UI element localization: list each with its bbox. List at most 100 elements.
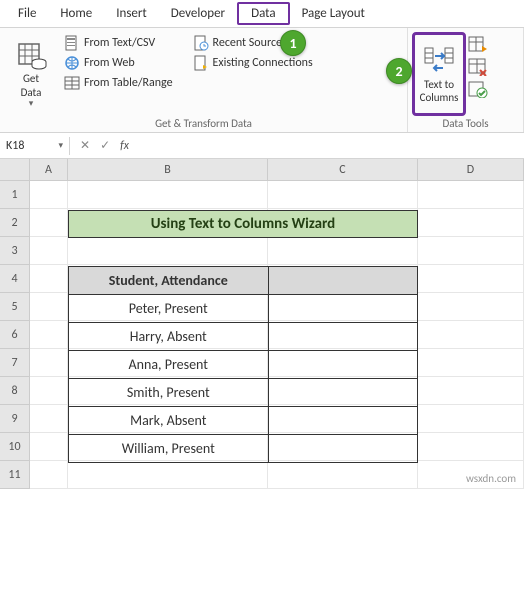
callout-1: 1: [280, 30, 306, 56]
table-cell[interactable]: Mark, Absent: [69, 407, 269, 435]
get-data-label: Get Data: [21, 72, 42, 98]
formula-bar-row: K18 ▾ ✕ ✓ fx: [0, 133, 524, 159]
cell[interactable]: [418, 237, 524, 265]
row-header[interactable]: 8: [0, 377, 30, 405]
get-data-icon: [15, 38, 47, 70]
cell[interactable]: [418, 209, 524, 237]
cell[interactable]: [30, 405, 68, 433]
data-validation-icon[interactable]: [468, 80, 488, 98]
table-cell[interactable]: Smith, Present: [69, 379, 269, 407]
table-header-cell[interactable]: Student, Attendance: [69, 267, 269, 295]
chevron-down-icon: ▾: [29, 99, 34, 110]
table-range-icon: [64, 75, 80, 91]
table-cell[interactable]: [268, 323, 417, 351]
row-header[interactable]: 6: [0, 321, 30, 349]
from-text-csv-button[interactable]: From Text/CSV: [62, 34, 175, 52]
cell[interactable]: [418, 181, 524, 209]
get-data-button[interactable]: Get Data ▾: [4, 32, 58, 116]
row-headers: 1234567891011: [0, 181, 30, 489]
from-table-range-button[interactable]: From Table/Range: [62, 74, 175, 92]
cell[interactable]: [30, 433, 68, 461]
table-cell[interactable]: [268, 407, 417, 435]
row-header[interactable]: 2: [0, 209, 30, 237]
row-header[interactable]: 1: [0, 181, 30, 209]
table-cell[interactable]: [268, 295, 417, 323]
cell[interactable]: [30, 321, 68, 349]
group-get-transform: Get Data ▾ From Text/CSV From Web From T…: [0, 28, 408, 132]
row-header[interactable]: 9: [0, 405, 30, 433]
table-cell[interactable]: Peter, Present: [69, 295, 269, 323]
column-headers: ABCD: [0, 159, 524, 181]
cell[interactable]: [418, 293, 524, 321]
cell[interactable]: [30, 293, 68, 321]
existing-connections-button[interactable]: Existing Connections: [191, 54, 315, 72]
select-all-corner[interactable]: [0, 159, 30, 180]
group-label-get-transform: Get & Transform Data: [4, 116, 403, 132]
column-header[interactable]: B: [68, 159, 268, 180]
connections-icon: [193, 55, 209, 71]
cell[interactable]: [68, 461, 268, 489]
tab-page-layout[interactable]: Page Layout: [290, 2, 377, 25]
cell[interactable]: [418, 321, 524, 349]
cell[interactable]: [30, 181, 68, 209]
flash-fill-icon[interactable]: [468, 36, 488, 54]
cells-area[interactable]: Using Text to Columns Wizard Student, At…: [30, 181, 524, 489]
chevron-down-icon[interactable]: ▾: [58, 140, 63, 151]
cell[interactable]: [418, 405, 524, 433]
name-box[interactable]: K18 ▾: [0, 137, 70, 155]
text-to-columns-icon: [423, 44, 455, 76]
column-header[interactable]: C: [268, 159, 418, 180]
table-cell[interactable]: William, Present: [69, 435, 269, 463]
data-table: Student, Attendance Peter, PresentHarry,…: [68, 266, 418, 463]
cell[interactable]: [418, 377, 524, 405]
cell[interactable]: [30, 461, 68, 489]
accept-formula-icon[interactable]: ✓: [100, 138, 110, 153]
tab-data[interactable]: Data: [237, 2, 290, 25]
cancel-formula-icon[interactable]: ✕: [80, 138, 90, 153]
cell[interactable]: [30, 209, 68, 237]
table-cell[interactable]: [268, 351, 417, 379]
tab-file[interactable]: File: [6, 2, 48, 25]
cell[interactable]: [268, 237, 418, 265]
text-csv-icon: [64, 35, 80, 51]
from-web-button[interactable]: From Web: [62, 54, 175, 72]
recent-icon: [193, 35, 209, 51]
cell[interactable]: [30, 237, 68, 265]
text-to-columns-button[interactable]: Text to Columns: [412, 32, 466, 116]
cell[interactable]: [268, 461, 418, 489]
group-label-data-tools: Data Tools: [412, 116, 519, 132]
table-cell[interactable]: [268, 379, 417, 407]
column-header[interactable]: A: [30, 159, 68, 180]
cell[interactable]: [30, 349, 68, 377]
title-banner: Using Text to Columns Wizard: [68, 210, 418, 238]
cell[interactable]: [30, 265, 68, 293]
row-header[interactable]: 11: [0, 461, 30, 489]
remove-duplicates-icon[interactable]: [468, 58, 488, 76]
text-to-columns-label: Text to Columns: [420, 78, 459, 104]
table-cell[interactable]: Anna, Present: [69, 351, 269, 379]
ribbon-tabs: File Home Insert Developer Data Page Lay…: [0, 0, 524, 28]
table-cell[interactable]: Harry, Absent: [69, 323, 269, 351]
group-data-tools: Text to Columns Data Tools: [408, 28, 524, 132]
web-icon: [64, 55, 80, 71]
ribbon: 1 2 Get Data ▾ From Text/CSV: [0, 28, 524, 133]
cell[interactable]: [68, 237, 268, 265]
cell[interactable]: [418, 349, 524, 377]
cell[interactable]: [418, 265, 524, 293]
cell[interactable]: [418, 433, 524, 461]
cell[interactable]: [30, 377, 68, 405]
row-header[interactable]: 7: [0, 349, 30, 377]
tab-insert[interactable]: Insert: [104, 2, 159, 25]
row-header[interactable]: 10: [0, 433, 30, 461]
row-header[interactable]: 4: [0, 265, 30, 293]
tab-home[interactable]: Home: [48, 2, 104, 25]
fx-icon[interactable]: fx: [120, 139, 129, 153]
column-header[interactable]: D: [418, 159, 524, 180]
row-header[interactable]: 3: [0, 237, 30, 265]
table-header-cell[interactable]: [268, 267, 417, 295]
row-header[interactable]: 5: [0, 293, 30, 321]
tab-developer[interactable]: Developer: [159, 2, 237, 25]
cell[interactable]: [268, 181, 418, 209]
cell[interactable]: [68, 181, 268, 209]
table-cell[interactable]: [268, 435, 417, 463]
